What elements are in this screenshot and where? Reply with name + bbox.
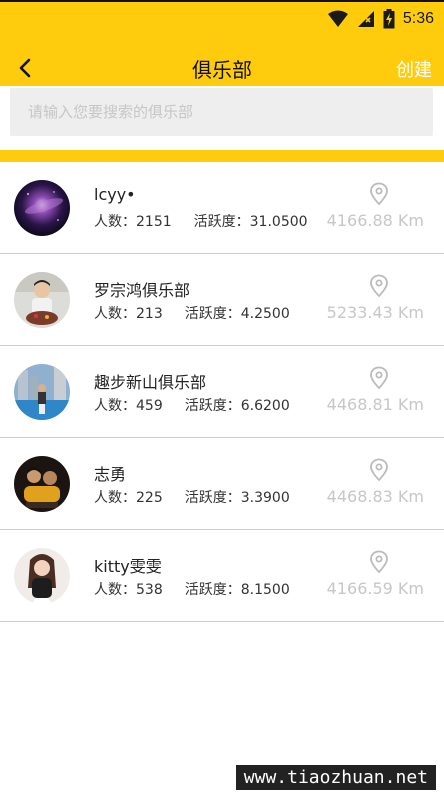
members-count: 538 xyxy=(136,582,163,598)
activity-label: 活跃度： xyxy=(193,214,250,230)
members-count: 225 xyxy=(136,490,163,506)
activity-label: 活跃度： xyxy=(184,306,241,322)
battery-charging-icon xyxy=(383,9,395,29)
club-list-item[interactable]: kitty雯雯 人数：538 活跃度：8.1500 4166.59 Km xyxy=(0,530,444,622)
club-list-item[interactable]: 罗宗鸿俱乐部 人数：213 活跃度：4.2500 5233.43 Km xyxy=(0,254,444,346)
club-distance: 4468.81 Km xyxy=(326,395,424,414)
activity-value: 8.1500 xyxy=(240,582,290,598)
club-list-item[interactable]: 趣步新山俱乐部 人数：459 活跃度：6.6200 4468.81 Km xyxy=(0,346,444,438)
club-list: lcyy• 人数：2151 活跃度：31.0500 4166.88 Km 罗宗鸿俱… xyxy=(0,162,444,622)
search-input[interactable] xyxy=(10,88,433,136)
members-count: 459 xyxy=(136,398,163,414)
activity-label: 活跃度： xyxy=(184,490,241,506)
wifi-icon xyxy=(327,10,348,27)
club-distance: 4166.59 Km xyxy=(326,579,424,598)
club-avatar xyxy=(14,180,70,236)
members-label: 人数： xyxy=(94,582,136,598)
location-pin-icon xyxy=(370,550,388,574)
location-pin-icon xyxy=(370,182,388,206)
club-avatar xyxy=(14,272,70,328)
club-avatar xyxy=(14,364,70,420)
members-label: 人数： xyxy=(94,306,136,322)
members-count: 2151 xyxy=(136,214,172,230)
activity-label: 活跃度： xyxy=(184,582,241,598)
club-distance: 4166.88 Km xyxy=(326,211,424,230)
status-time: 5:36 xyxy=(402,10,434,27)
members-label: 人数： xyxy=(94,214,136,230)
activity-value: 6.6200 xyxy=(240,398,290,414)
club-avatar xyxy=(14,456,70,512)
navigation-bar: 俱乐部 创建 xyxy=(0,48,444,88)
status-bar: 5:36 xyxy=(327,8,434,30)
members-label: 人数： xyxy=(94,398,136,414)
club-stats: 人数：225 活跃度：3.3900 xyxy=(94,487,290,507)
club-name: 志勇 xyxy=(94,465,127,484)
location-pin-icon xyxy=(370,458,388,482)
activity-value: 3.3900 xyxy=(240,490,290,506)
location-pin-icon xyxy=(370,366,388,390)
watermark: www.tiaozhuan.net xyxy=(235,765,436,790)
club-name: 罗宗鸿俱乐部 xyxy=(94,281,191,300)
signal-icon xyxy=(357,11,374,27)
club-stats: 人数：538 活跃度：8.1500 xyxy=(94,579,290,599)
search-section xyxy=(0,86,444,150)
club-name: 趣步新山俱乐部 xyxy=(94,373,207,392)
location-pin-icon xyxy=(370,274,388,298)
create-button[interactable]: 创建 xyxy=(396,56,432,82)
club-distance: 5233.43 Km xyxy=(326,303,424,322)
club-stats: 人数：213 活跃度：4.2500 xyxy=(94,303,290,323)
club-name: kitty雯雯 xyxy=(94,557,162,576)
club-name: lcyy• xyxy=(94,185,136,204)
club-stats: 人数：459 活跃度：6.6200 xyxy=(94,395,290,415)
club-avatar xyxy=(14,548,70,604)
page-title: 俱乐部 xyxy=(192,58,252,82)
activity-label: 活跃度： xyxy=(184,398,241,414)
club-stats: 人数：2151 活跃度：31.0500 xyxy=(94,211,308,231)
club-list-item[interactable]: lcyy• 人数：2151 活跃度：31.0500 4166.88 Km xyxy=(0,162,444,254)
accent-divider xyxy=(0,150,444,162)
app-bar: 5:36 俱乐部 创建 xyxy=(0,0,444,86)
members-count: 213 xyxy=(136,306,163,322)
activity-value: 31.0500 xyxy=(249,214,308,230)
members-label: 人数： xyxy=(94,490,136,506)
club-list-item[interactable]: 志勇 人数：225 活跃度：3.3900 4468.83 Km xyxy=(0,438,444,530)
club-distance: 4468.83 Km xyxy=(326,487,424,506)
activity-value: 4.2500 xyxy=(240,306,290,322)
